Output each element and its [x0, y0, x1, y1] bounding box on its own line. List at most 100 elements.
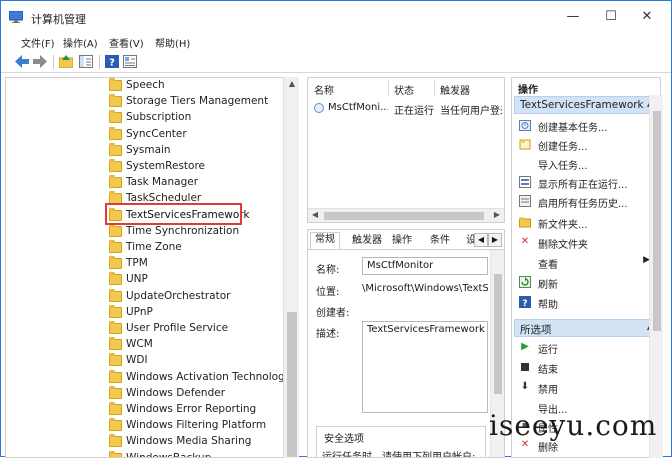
column-header-status[interactable]: 状态 [394, 82, 414, 97]
tree-scroll-thumb[interactable] [287, 312, 297, 457]
menu-help[interactable]: 帮助(H) [155, 35, 190, 50]
tree-item[interactable]: Storage Tiers Management [106, 94, 296, 110]
tab-scroll-right-icon[interactable]: ▶ [488, 233, 502, 247]
action-create-task[interactable]: 创建任务... [516, 135, 656, 153]
folder-icon [109, 450, 122, 457]
menu-file[interactable]: 文件(F) [21, 35, 55, 50]
tab-actions[interactable]: 操作 [388, 234, 416, 248]
tab-divider [308, 249, 504, 250]
end-icon [519, 361, 531, 373]
create-task-icon [519, 139, 531, 150]
action-run[interactable]: ▶ 运行 [516, 338, 656, 356]
minimize-button[interactable]: — [553, 7, 593, 27]
column-divider[interactable] [388, 80, 389, 96]
tree-item[interactable]: Time Synchronization [106, 223, 296, 240]
tree-item[interactable]: Subscription [106, 110, 296, 126]
tab-scroll-left-icon[interactable]: ◀ [474, 233, 488, 247]
tree-item[interactable]: User Profile Service [106, 321, 296, 337]
tree-item[interactable]: UNP [106, 272, 296, 288]
help-icon[interactable]: ? [105, 55, 119, 68]
actions-scrollbar[interactable] [649, 95, 663, 458]
tree-item[interactable]: UpdateOrchestrator [106, 288, 296, 305]
action-refresh[interactable]: 刷新 [516, 273, 656, 291]
action-label: 创建任务... [538, 142, 588, 153]
task-list: 名称 状态 触发器 MsCtfMoni... 正在运行 当任何用户登录 ◀ ▶ [307, 77, 505, 223]
tab-conditions[interactable]: 条件 [426, 234, 454, 248]
show-hide-tree-icon[interactable] [79, 55, 93, 68]
close-button[interactable]: ✕ [627, 7, 667, 27]
action-label: 结束 [538, 365, 558, 376]
action-enable-history[interactable]: 启用所有任务历史... [516, 192, 656, 210]
tree-item[interactable]: Windows Media Sharing [106, 434, 296, 450]
back-arrow-icon[interactable] [15, 55, 29, 68]
section-header-selected-item[interactable]: 所选项 ▲ [514, 319, 658, 337]
action-create-basic-task[interactable]: 创建基本任务... [516, 116, 656, 134]
action-end[interactable]: 结束 [516, 358, 656, 376]
scroll-up-arrow-icon[interactable]: ▲ [284, 77, 300, 91]
tree-item[interactable]: Windows Activation Technologies [106, 369, 298, 386]
tree-item[interactable]: Speech [106, 78, 296, 94]
refresh-icon [519, 276, 531, 288]
actions-pane: 操作 TextServicesFramework ▲ 创建基本任务... 创建任… [511, 77, 661, 458]
folder-icon [109, 175, 122, 189]
action-disable[interactable]: ⬇ 禁用 [516, 378, 656, 396]
folder-icon [109, 78, 122, 91]
column-header-name[interactable]: 名称 [314, 82, 334, 97]
tree-item[interactable]: Task Manager [106, 175, 296, 191]
folder-icon [109, 321, 122, 334]
list-horizontal-scrollbar[interactable]: ◀ ▶ [308, 208, 504, 222]
tree-item[interactable]: Windows Error Reporting [106, 402, 296, 418]
action-help[interactable]: ? 帮助 [516, 293, 656, 311]
table-row[interactable]: MsCtfMoni... 正在运行 当任何用户登录 [310, 100, 504, 117]
folder-icon [109, 304, 122, 318]
action-label: 禁用 [538, 385, 558, 396]
action-view[interactable]: 查看 ▶ [516, 253, 656, 271]
folder-icon [109, 223, 122, 237]
tree-item[interactable]: Windows Defender [106, 385, 296, 402]
menu-action[interactable]: 操作(A) [63, 35, 98, 50]
tree-item[interactable]: Time Zone [106, 240, 296, 256]
tree-scrollbar[interactable]: ▲ [283, 77, 299, 458]
action-delete-folder[interactable]: ✕ 删除文件夹 [516, 233, 656, 251]
column-divider[interactable] [434, 80, 435, 96]
forward-arrow-icon[interactable] [33, 55, 47, 68]
tab-triggers[interactable]: 触发器 [348, 234, 386, 248]
tree-item[interactable]: Windows Filtering Platform [106, 418, 296, 434]
column-header-trigger[interactable]: 触发器 [440, 82, 470, 97]
tree-item[interactable]: SyncCenter [106, 126, 296, 143]
tree-item[interactable]: Sysmain [106, 142, 296, 159]
basic-task-icon [519, 120, 531, 131]
maximize-button[interactable]: ☐ [591, 7, 631, 27]
disable-icon: ⬇ [520, 381, 530, 392]
task-name-field[interactable]: MsCtfMonitor [362, 257, 488, 275]
action-import-task[interactable]: 导入任务... [516, 154, 656, 172]
tree-item-label: Speech [126, 79, 165, 91]
folder-icon [109, 418, 122, 432]
action-new-folder[interactable]: 新文件夹... [516, 213, 656, 231]
section-header-textservicesframework[interactable]: TextServicesFramework ▲ [514, 96, 658, 114]
tree-item[interactable]: WCM [106, 337, 296, 353]
list-scroll-thumb[interactable] [324, 212, 484, 220]
tree-item-label: UpdateOrchestrator [126, 289, 231, 302]
action-label: 运行 [538, 345, 558, 356]
scroll-right-arrow-icon[interactable]: ▶ [490, 209, 504, 221]
tab-general[interactable]: 常规 [310, 232, 340, 249]
task-description-field[interactable]: TextServicesFramework m [362, 321, 488, 413]
tree-item[interactable]: TPM [106, 256, 296, 272]
task-status: 正在运行 [394, 106, 434, 117]
scroll-left-arrow-icon[interactable]: ◀ [308, 209, 322, 221]
menu-view[interactable]: 查看(V) [109, 35, 144, 50]
tree-item[interactable]: WDI [106, 353, 296, 369]
description-label: 描述: [316, 329, 340, 340]
action-show-running[interactable]: 显示所有正在运行... [516, 173, 656, 191]
properties-view-icon[interactable] [123, 55, 137, 68]
detail-scroll-thumb[interactable] [494, 274, 502, 394]
up-folder-icon[interactable] [59, 55, 73, 68]
tree-item-label: Time Synchronization [126, 224, 240, 237]
section-title: TextServicesFramework [520, 99, 644, 111]
tree-item[interactable]: SystemRestore [106, 159, 296, 175]
security-options-title: 安全选项 [322, 430, 366, 445]
actions-scroll-thumb[interactable] [653, 111, 661, 331]
tree-item[interactable]: UPnP [106, 304, 296, 321]
toolbar-separator [53, 55, 54, 69]
